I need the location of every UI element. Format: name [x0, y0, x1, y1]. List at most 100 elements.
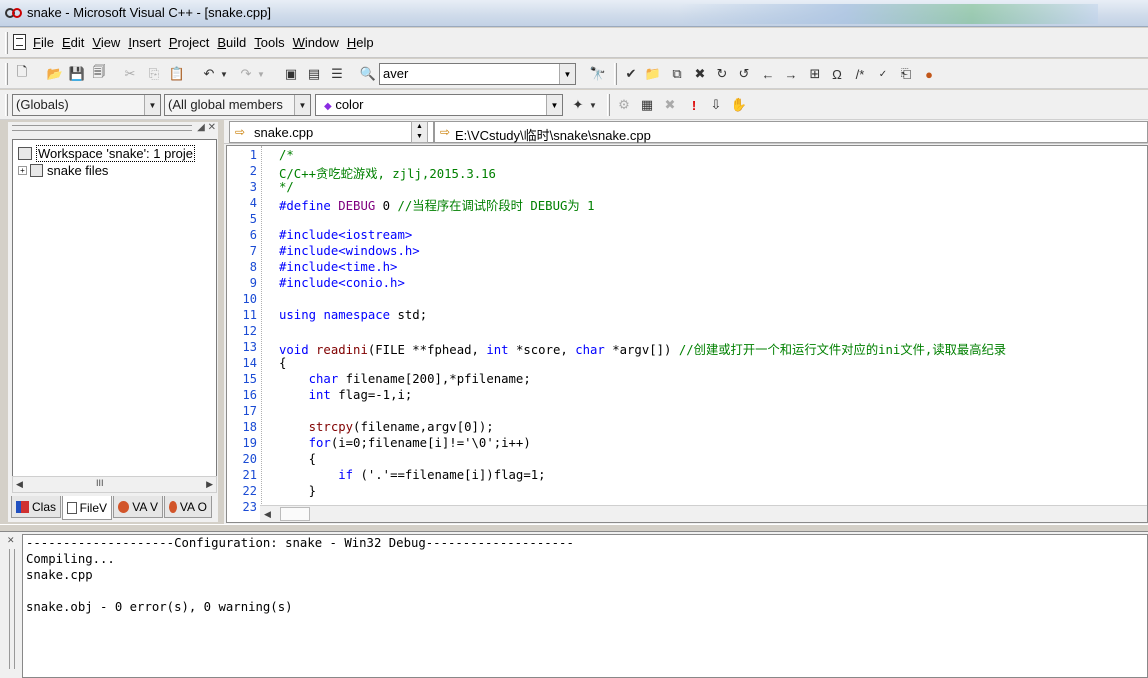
menu-tools[interactable]: Tools: [254, 35, 284, 50]
menu-edit[interactable]: Edit: [62, 35, 84, 50]
line-number: 5: [249, 212, 257, 226]
cut-icon[interactable]: ✂: [120, 64, 140, 84]
output-window-icon[interactable]: ▤: [304, 64, 324, 84]
code-editor[interactable]: 1 2 3 4 5 6 7 8 9 10 11 12 13 14 15 16 1…: [226, 145, 1148, 523]
va-open-file-icon[interactable]: 📁: [643, 64, 663, 84]
file-name: snake.cpp: [254, 125, 314, 140]
members-combo[interactable]: (All global members ▼: [164, 94, 311, 116]
menu-window[interactable]: Window: [293, 35, 339, 50]
va-toolbar-icon-1[interactable]: ✔: [621, 64, 641, 84]
pane-splitter[interactable]: [0, 524, 1148, 532]
toolbar-grip[interactable]: [607, 94, 610, 116]
undo-icon[interactable]: ↶: [199, 64, 219, 84]
workspace-horizontal-scrollbar[interactable]: ◀ III ▶: [12, 476, 217, 493]
menu-file[interactable]: File: [33, 35, 54, 50]
find-binoculars-icon[interactable]: 🔭: [588, 64, 608, 84]
redo-icon[interactable]: ↷: [236, 64, 256, 84]
visual-assist-tomato-icon[interactable]: ●: [919, 64, 939, 84]
toolbar-grip[interactable]: [5, 63, 8, 85]
forward-arrow-icon[interactable]: →: [781, 64, 801, 84]
menu-project[interactable]: Project: [169, 35, 209, 50]
breakpoint-hand-icon[interactable]: ✋: [729, 95, 749, 115]
va-toolbar-icon-4[interactable]: ✖: [690, 64, 710, 84]
file-path: E:\VCstudy\临时\snake\snake.cpp: [455, 128, 651, 143]
file-spin-buttons[interactable]: ▲ ▼: [411, 121, 428, 143]
toolbar-grip[interactable]: [5, 94, 8, 116]
output-line: snake.obj - 0 error(s), 0 warning(s): [26, 600, 293, 614]
editor-navigation-bar: ⇨ snake.cpp ▲ ▼ ⇨ E:\VCstudy\临时\snake\sna…: [224, 120, 1148, 144]
tab-fileview[interactable]: FileV: [62, 496, 112, 520]
scroll-thumb-grip[interactable]: III: [96, 478, 104, 488]
build-output[interactable]: --------------------Configuration: snake…: [22, 534, 1148, 678]
document-system-menu-icon[interactable]: [13, 34, 26, 50]
back-arrow-icon[interactable]: ←: [758, 64, 778, 84]
scroll-right-icon[interactable]: ▶: [206, 479, 213, 490]
tab-classview[interactable]: Clas: [11, 496, 61, 518]
find-combo[interactable]: aver ▼: [379, 63, 576, 85]
save-all-icon[interactable]: 🗐: [89, 64, 109, 84]
output-grip[interactable]: [9, 549, 15, 669]
menu-help[interactable]: Help: [347, 35, 374, 50]
line-number: 2: [249, 164, 257, 178]
output-dock-handle[interactable]: ✕: [4, 535, 20, 675]
compile-icon[interactable]: ⚙: [614, 95, 634, 115]
line-number: 18: [242, 420, 257, 434]
redo-dropdown-icon[interactable]: ▼: [255, 64, 267, 84]
wizard-dropdown-icon[interactable]: ▼: [587, 95, 599, 115]
chevron-down-icon[interactable]: ▼: [559, 64, 575, 84]
scroll-thumb[interactable]: [280, 507, 310, 521]
symbol-combo[interactable]: ◆ color ▼: [315, 94, 563, 116]
va-toolbar-icon-13[interactable]: ⎗: [896, 64, 916, 84]
scroll-left-icon[interactable]: ◀: [264, 509, 271, 520]
va-tomato-icon: [118, 500, 130, 513]
undo-dropdown-icon[interactable]: ▼: [218, 64, 230, 84]
wizard-wand-icon[interactable]: ✦: [568, 95, 588, 115]
save-icon[interactable]: 💾: [67, 64, 87, 84]
va-toolbar-icon-10[interactable]: Ω: [827, 64, 847, 84]
stop-build-icon[interactable]: ✖: [660, 95, 680, 115]
paste-icon[interactable]: 📋: [167, 64, 187, 84]
execute-icon[interactable]: !: [684, 95, 704, 115]
workspace-close-icon[interactable]: ◢ ✕: [197, 122, 216, 133]
menu-bar-grip[interactable]: [5, 32, 8, 54]
workspace-grip[interactable]: [12, 125, 192, 131]
va-toolbar-icon-6[interactable]: ↺: [734, 64, 754, 84]
menu-insert[interactable]: Insert: [128, 35, 161, 50]
menu-build[interactable]: Build: [217, 35, 246, 50]
expand-plus-icon[interactable]: +: [18, 166, 27, 175]
window-list-icon[interactable]: ☰: [327, 64, 347, 84]
menu-view[interactable]: View: [92, 35, 120, 50]
scope-combo[interactable]: (Globals) ▼: [12, 94, 161, 116]
build-icon[interactable]: ▦: [637, 95, 657, 115]
file-path-field[interactable]: ⇨ E:\VCstudy\临时\snake\snake.cpp: [434, 121, 1148, 143]
va-toolbar-icon-9[interactable]: ⊞: [805, 64, 825, 84]
chevron-down-icon[interactable]: ▼: [144, 95, 160, 115]
workspace-window-icon[interactable]: ▣: [281, 64, 301, 84]
open-icon[interactable]: 📂: [45, 64, 65, 84]
code-line: {: [308, 452, 317, 466]
tree-item-workspace[interactable]: Workspace 'snake': 1 proje: [18, 145, 196, 162]
find-in-files-icon[interactable]: 🔍: [358, 64, 378, 84]
chevron-down-icon[interactable]: ▼: [294, 95, 310, 115]
copy-icon[interactable]: ⎘: [144, 64, 164, 84]
tab-va-view[interactable]: VA V: [113, 496, 163, 518]
workspace-pane: ◢ ✕ Workspace 'snake': 1 proje + snake f…: [8, 122, 218, 522]
editor-horizontal-scrollbar[interactable]: ◀: [260, 505, 1147, 522]
comment-icon[interactable]: /*: [850, 64, 870, 84]
file-selector-combo[interactable]: ⇨ snake.cpp: [229, 121, 434, 143]
project-icon: [30, 164, 43, 177]
close-icon[interactable]: ✕: [7, 535, 15, 546]
toolbar-grip[interactable]: [614, 63, 617, 85]
scroll-left-icon[interactable]: ◀: [16, 479, 23, 490]
new-text-file-icon[interactable]: 🗋: [12, 64, 32, 84]
va-toolbar-icon-3[interactable]: ⧉: [667, 64, 687, 84]
tab-va-outline[interactable]: VA O: [164, 496, 212, 518]
chevron-down-icon[interactable]: ▼: [546, 95, 562, 115]
output-line: --------------------Configuration: snake…: [26, 536, 574, 550]
go-icon[interactable]: ⇩: [706, 95, 726, 115]
spell-check-icon[interactable]: ✓: [873, 64, 893, 84]
tree-item-snake-files[interactable]: + snake files: [18, 163, 108, 178]
output-line: Compiling...: [26, 552, 115, 566]
va-toolbar-icon-5[interactable]: ↻: [712, 64, 732, 84]
workspace-tree[interactable]: Workspace 'snake': 1 proje + snake files: [12, 139, 217, 482]
